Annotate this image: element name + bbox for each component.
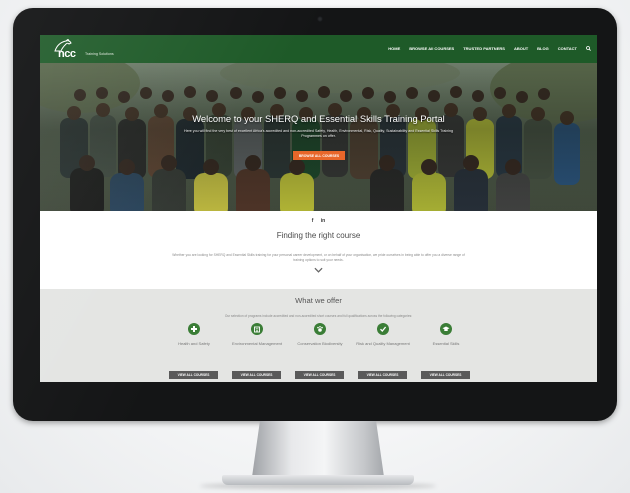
what-we-offer-section: What we offer Our selection of programs … <box>40 289 597 382</box>
hero-banner: Welcome to your SHERQ and Essential Skil… <box>40 63 597 211</box>
search-icon[interactable] <box>586 46 591 51</box>
plus-icon <box>188 323 200 335</box>
camera-icon <box>317 16 323 22</box>
service-label: Conservation Biodiversity <box>297 341 343 346</box>
chevron-down-icon[interactable] <box>314 267 323 273</box>
service-label: Risk and Quality Management <box>356 341 410 346</box>
check-icon <box>377 323 389 335</box>
hero-title: Welcome to your SHERQ and Essential Skil… <box>192 113 445 124</box>
view-all-courses-button[interactable]: VIEW ALL COURSES <box>232 371 281 379</box>
offer-title: What we offer <box>295 296 342 305</box>
monitor-stand-foot <box>222 475 414 485</box>
view-all-courses-button[interactable]: VIEW ALL COURSES <box>295 371 344 379</box>
view-all-courses-button[interactable]: VIEW ALL COURSES <box>421 371 470 379</box>
view-all-courses-button[interactable]: VIEW ALL COURSES <box>358 371 407 379</box>
facebook-icon[interactable]: f <box>312 218 314 224</box>
service-label: Health and Safety <box>178 341 210 346</box>
view-all-courses-button[interactable]: VIEW ALL COURSES <box>169 371 218 379</box>
top-navigation: ncc Training Solutions HOME BROWSE All C… <box>40 35 597 63</box>
hero-subtitle: Here you will find the very best of exce… <box>183 129 453 138</box>
browse-all-courses-button[interactable]: BROWSE ALL COURSES <box>293 151 345 160</box>
monitor-stand-neck <box>252 421 384 477</box>
nav-about[interactable]: ABOUT <box>514 46 528 51</box>
service-label: Essential Skills <box>432 341 460 346</box>
graduation-cap-icon <box>440 323 452 335</box>
service-environmental-management[interactable]: Environmental Management <box>227 323 287 351</box>
nav-browse-courses[interactable]: BROWSE All COURSES <box>409 46 454 51</box>
nav-home[interactable]: HOME <box>388 46 400 51</box>
service-health-and-safety[interactable]: Health and Safety <box>164 323 224 351</box>
social-links: f in <box>40 218 597 224</box>
website-screen: ncc Training Solutions HOME BROWSE All C… <box>40 35 597 382</box>
logo-subtitle: Training Solutions <box>85 52 114 56</box>
finding-course-section: f in Finding the right course Whether yo… <box>40 211 597 289</box>
nav-blog[interactable]: BLOG <box>537 46 549 51</box>
service-conservation-biodiversity[interactable]: Conservation Biodiversity <box>290 323 350 351</box>
service-label: Environmental Management <box>231 341 283 346</box>
offer-description: Our selection of programs include accred… <box>224 314 413 318</box>
ncc-logo[interactable]: ncc Training Solutions <box>48 39 114 61</box>
finding-course-description: Whether you are looking for SHERQ and Es… <box>172 253 465 262</box>
service-risk-and-quality-management[interactable]: Risk and Quality Management <box>353 323 413 351</box>
nav-trusted-partners[interactable]: TRUSTED PARTNERS <box>463 46 505 51</box>
nav-links: HOME BROWSE All COURSES TRUSTED PARTNERS… <box>388 46 591 51</box>
service-essential-skills[interactable]: Essential Skills <box>416 323 476 351</box>
linkedin-icon[interactable]: in <box>321 218 325 224</box>
paw-icon <box>314 323 326 335</box>
finding-course-title: Finding the right course <box>276 231 361 240</box>
logo-text: ncc <box>58 48 76 60</box>
building-icon <box>251 323 263 335</box>
nav-contact[interactable]: CONTACT <box>558 46 577 51</box>
